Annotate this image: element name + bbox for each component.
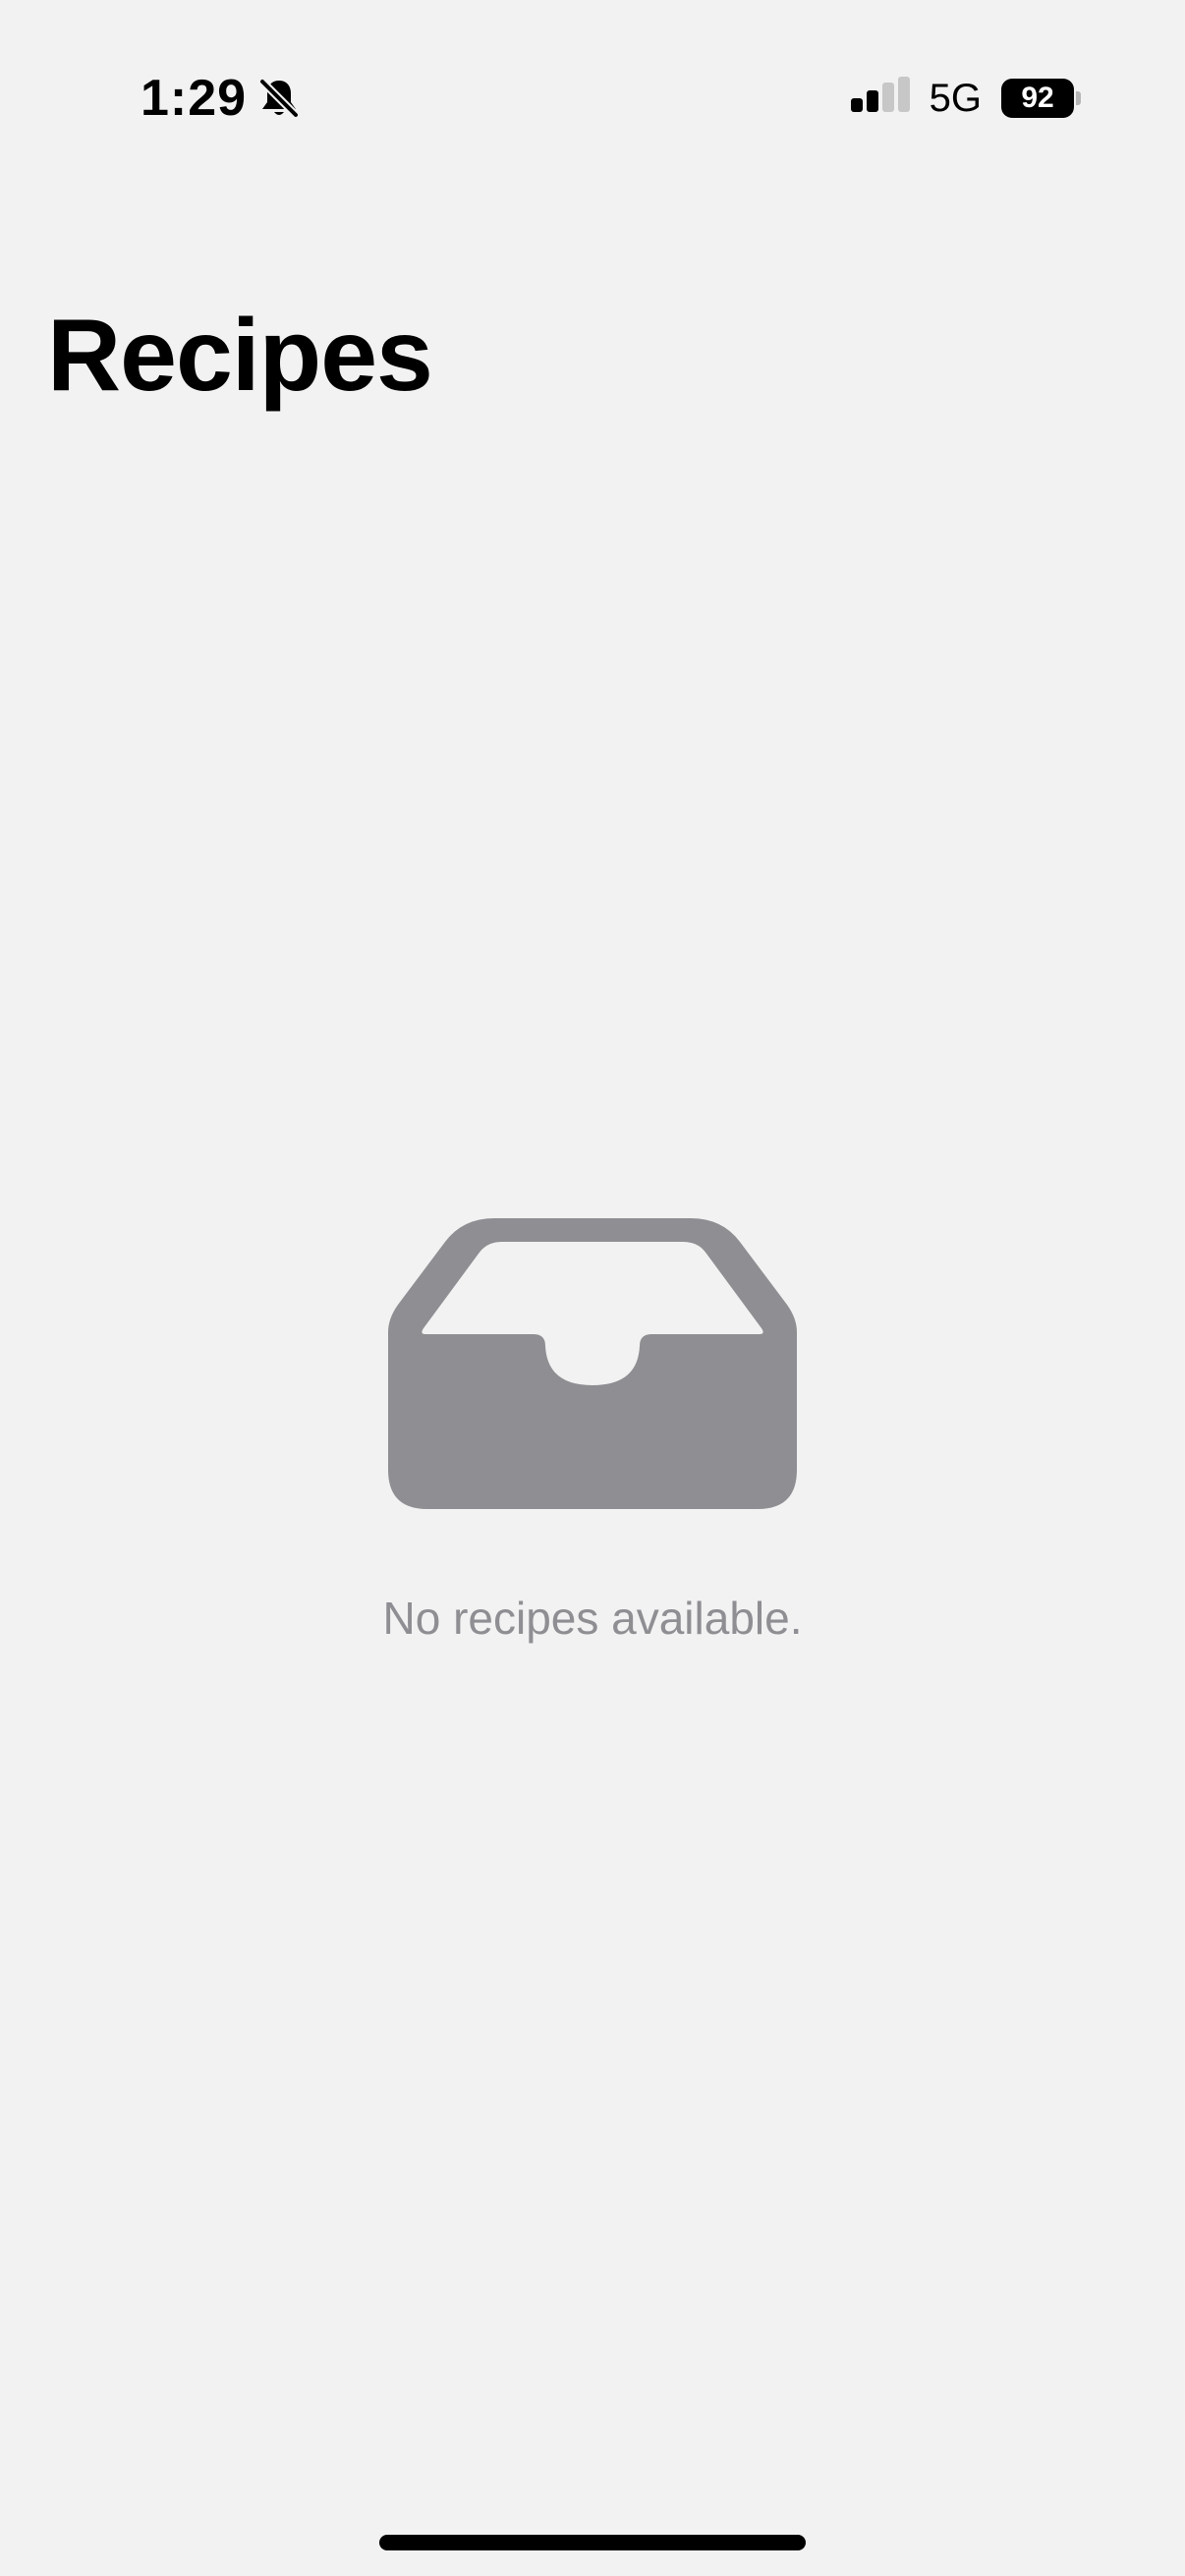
empty-message: No recipes available. xyxy=(382,1593,803,1644)
page-title: Recipes xyxy=(47,299,433,413)
status-bar-left: 1:29 xyxy=(141,65,302,132)
battery-level: 92 xyxy=(1001,79,1074,118)
network-type: 5G xyxy=(929,76,982,120)
battery-cap xyxy=(1076,91,1081,105)
bell-slash-icon xyxy=(258,78,301,119)
battery-icon: 92 xyxy=(1001,79,1081,118)
status-bar-right: 5G 92 xyxy=(850,69,1081,128)
tray-icon xyxy=(388,1218,797,1509)
home-indicator[interactable] xyxy=(379,2535,806,2550)
cellular-signal-icon xyxy=(850,77,910,112)
status-time: 1:29 xyxy=(141,70,248,127)
status-bar: 1:29 5G 92 xyxy=(0,0,1185,196)
empty-state: No recipes available. xyxy=(0,1218,1185,1645)
